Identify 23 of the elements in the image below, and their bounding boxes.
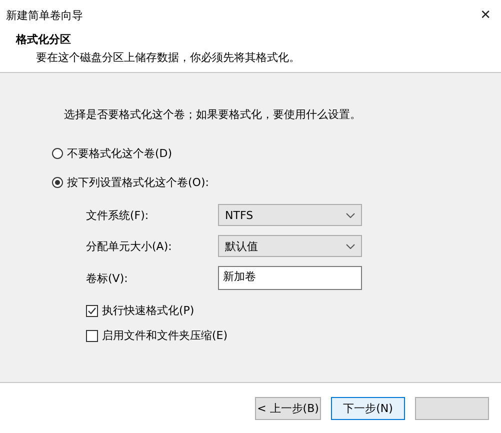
section-title: 格式化分区	[16, 32, 72, 47]
field-label: 卷标(V):	[86, 270, 129, 286]
chevron-icon	[346, 244, 355, 248]
field-label: 文件系统(F):	[86, 208, 150, 222]
field-label: 分配单元大小(A):	[86, 238, 173, 254]
next-button[interactable]: 下一步(N)	[331, 396, 405, 420]
intro-text: 选择是否要格式化这个卷；如果要格式化，要使用什么设置。	[64, 107, 362, 122]
section-subtitle: 要在这个磁盘分区上储存数据，你必须先将其格式化。	[35, 50, 301, 65]
checkbox-label[interactable]: 启用文件和文件夹压缩(E)	[102, 328, 228, 343]
radio-label[interactable]: 按下列设置格式化这个卷(O):	[67, 175, 209, 190]
dropdown[interactable]: NTFS	[218, 204, 362, 226]
checkbox[interactable]	[86, 304, 98, 316]
radio-button[interactable]	[52, 177, 63, 188]
radio-button[interactable]	[52, 148, 63, 159]
window-title: 新建简单卷向导	[6, 8, 83, 22]
back-button[interactable]: < 上一步(B)	[255, 396, 321, 420]
chevron-icon	[346, 212, 355, 218]
checkbox[interactable]	[86, 330, 98, 342]
input-field[interactable]: 新加卷	[218, 266, 362, 290]
checkbox-label[interactable]: 执行快速格式化(P)	[102, 303, 194, 318]
radio-label[interactable]: 不要格式化这个卷(D)	[67, 146, 172, 161]
close-button[interactable]: ✕	[480, 8, 491, 22]
dropdown[interactable]: 默认值	[218, 235, 362, 257]
